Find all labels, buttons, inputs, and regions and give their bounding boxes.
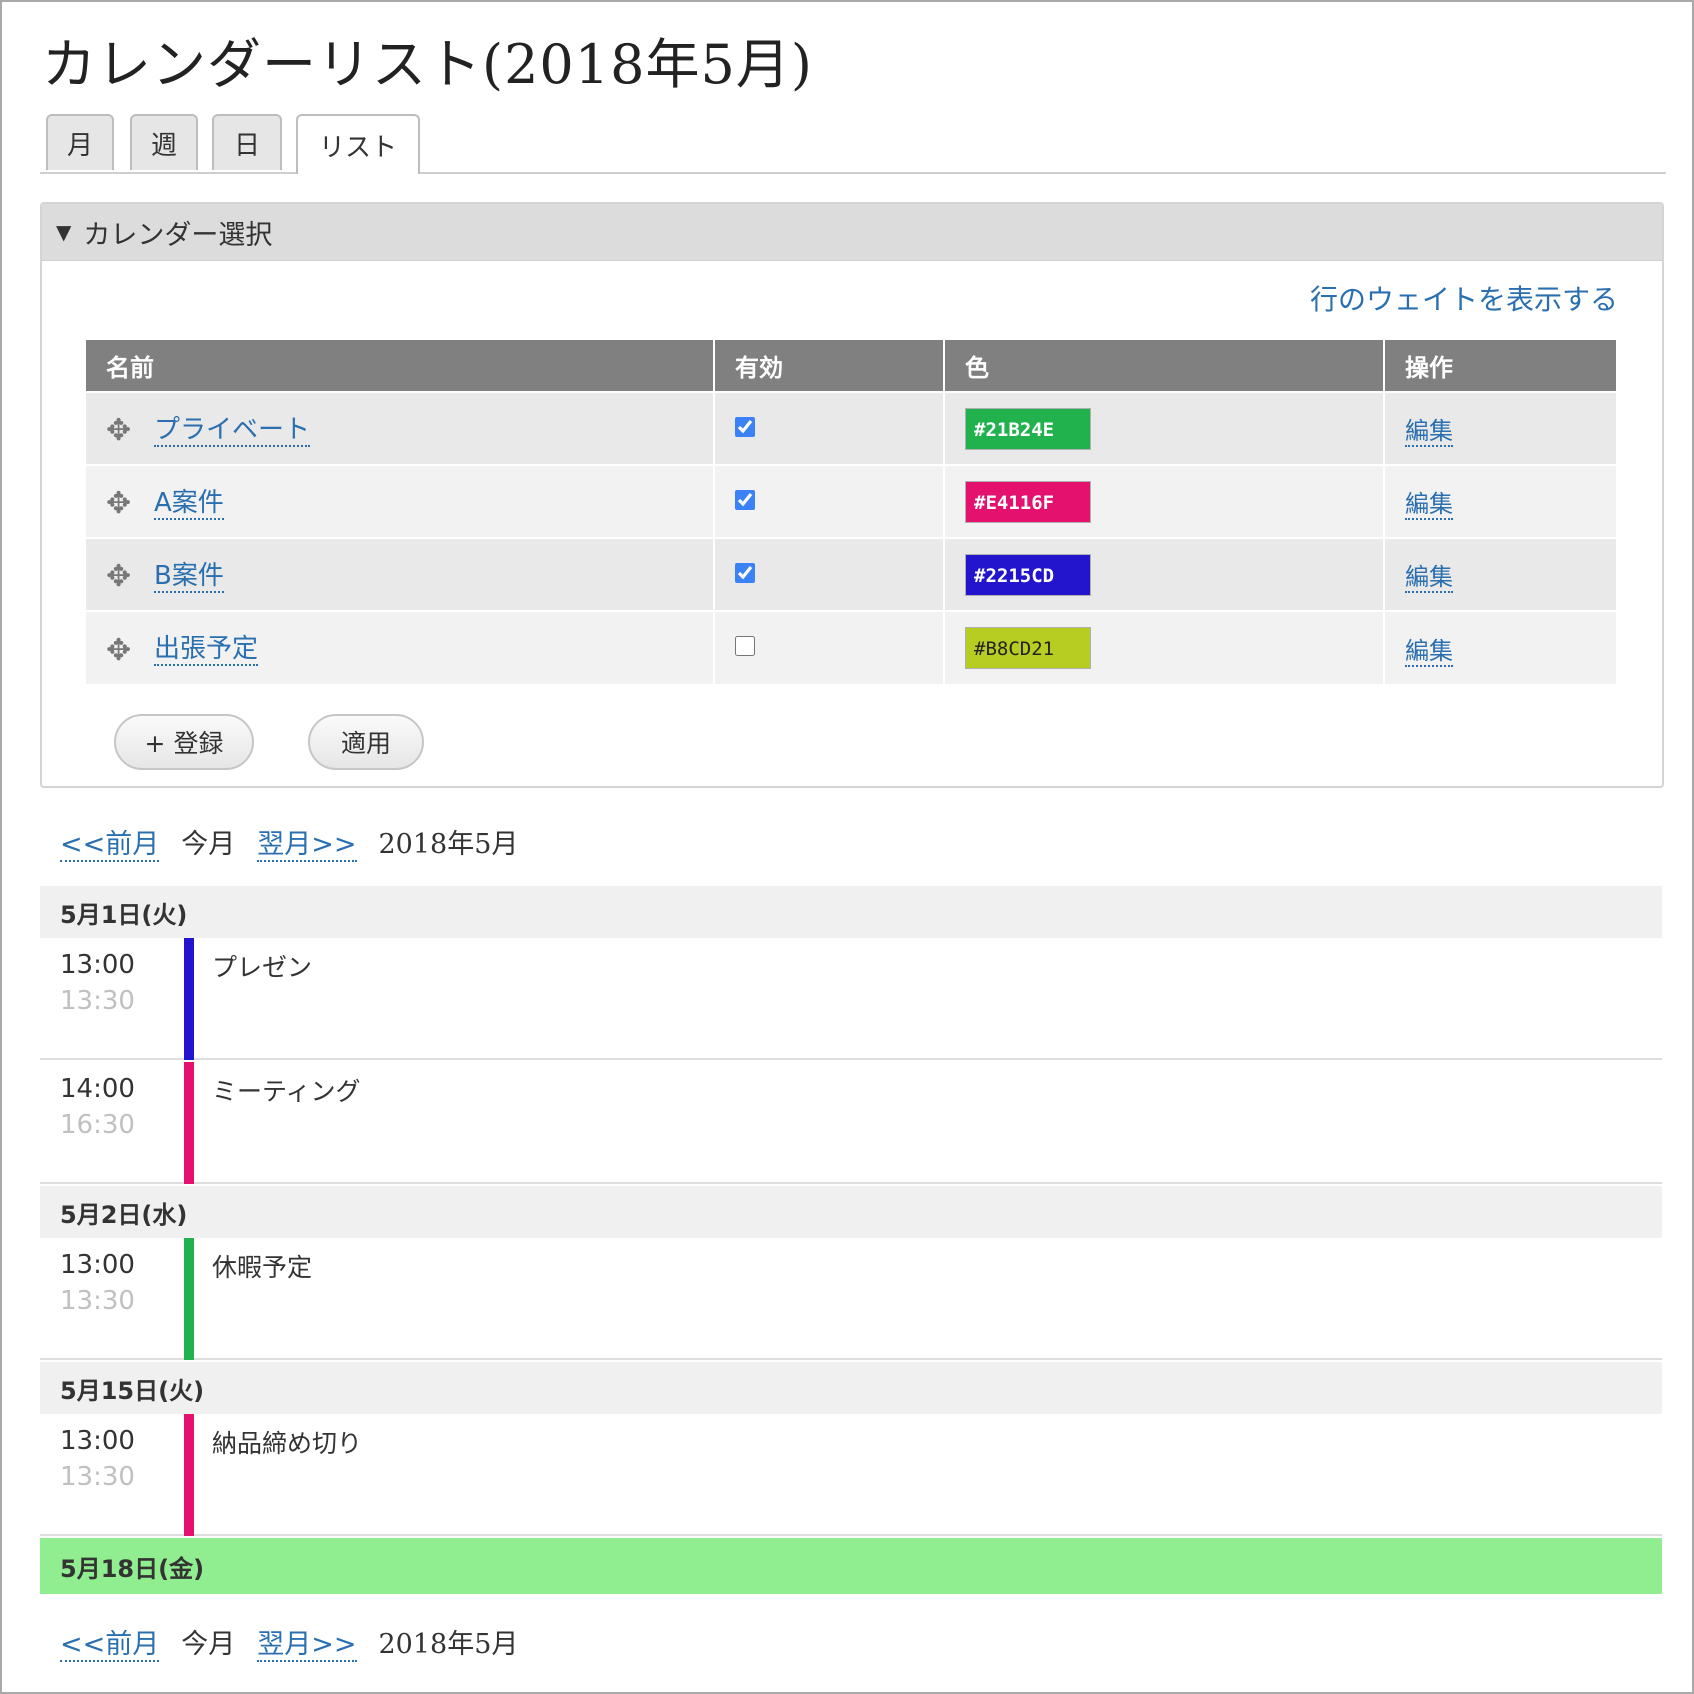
drag-handle-icon[interactable]: ✥ [106,413,134,448]
calendar-enabled-checkbox[interactable] [735,636,755,656]
col-name: 名前 [86,340,715,392]
collapse-triangle-icon: ▼ [56,220,72,244]
this-month-label: 今月 [181,1629,236,1660]
edit-calendar-link[interactable]: 編集 [1405,417,1453,447]
drag-handle-icon[interactable]: ✥ [106,486,134,521]
col-actions: 操作 [1384,340,1616,392]
tab-week[interactable]: 週 [130,114,198,170]
calendar-enabled-cell [714,464,945,538]
calendar-name-cell: ✥ A案件 [86,464,715,538]
color-swatch[interactable]: #21B24E [965,407,1091,450]
calendar-name-cell: ✥ プライベート [86,391,715,465]
calendar-table: 名前 有効 色 操作 ✥ プライベート #21B24E 編集 ✥ A案件 #E4116F 編集… [86,340,1616,684]
event-color-bar [184,938,194,1060]
calendar-select-title: カレンダー選択 [83,219,273,251]
calendar-enabled-checkbox[interactable] [735,489,755,510]
calendar-name-cell: ✥ 出張予定 [86,610,715,684]
add-calendar-button[interactable]: + 登録 [114,714,254,770]
calendar-name-link[interactable]: B案件 [154,560,224,593]
drag-handle-icon[interactable]: ✥ [106,633,134,668]
event-title: プレゼン [212,953,313,982]
color-swatch[interactable]: #E4116F [965,480,1091,523]
event-title: 納品締め切り [212,1429,363,1458]
current-month-label: 2018年5月 [378,829,519,860]
tab-month[interactable]: 月 [46,114,114,170]
calendar-name-link[interactable]: 出張予定 [154,634,259,667]
event-row[interactable]: 13:00 13:30 休暇予定 [40,1238,1662,1360]
calendar-enabled-checkbox[interactable] [735,416,755,437]
prev-month-link[interactable]: <<前月 [60,829,160,862]
calendar-enabled-cell [714,537,945,611]
calendar-row: ✥ 出張予定 #B8CD21 編集 [86,610,1616,684]
month-nav-top: <<前月 今月 翌月>> 2018年5月 [60,822,540,862]
prev-month-link[interactable]: <<前月 [60,1629,160,1662]
calendar-enabled-checkbox[interactable] [735,562,755,583]
tab-list[interactable]: リスト [296,114,420,174]
next-month-link[interactable]: 翌月>> [257,1629,357,1662]
calendar-action-cell: 編集 [1384,464,1616,538]
color-swatch[interactable]: #B8CD21 [965,627,1091,669]
calendar-color-cell: #21B24E [944,391,1385,465]
this-month-label: 今月 [181,829,236,860]
month-nav-bottom: <<前月 今月 翌月>> 2018年5月 [60,1622,540,1662]
calendar-enabled-cell [714,391,945,465]
calendar-action-cell: 編集 [1384,610,1616,684]
calendar-color-cell: #B8CD21 [944,610,1385,684]
calendar-select-toggle[interactable]: ▼ カレンダー選択 [42,204,1662,261]
current-month-label: 2018年5月 [378,1629,519,1660]
calendar-name-link[interactable]: A案件 [154,487,224,520]
event-row[interactable]: 14:00 16:30 ミーティング [40,1062,1662,1184]
calendar-table-header: 名前 有効 色 操作 [86,340,1616,392]
event-color-bar [184,1414,194,1536]
event-title: 休暇予定 [212,1253,313,1282]
event-color-bar [184,1062,194,1184]
event-row[interactable]: 13:00 13:30 納品締め切り [40,1414,1662,1536]
event-start-time: 13:00 [60,950,135,980]
calendar-row: ✥ A案件 #E4116F 編集 [86,464,1616,538]
tab-day[interactable]: 日 [212,114,282,170]
event-end-time: 16:30 [60,1110,135,1140]
event-title: ミーティング [212,1077,361,1106]
day-header: 5月2日(水) [40,1186,1662,1238]
edit-calendar-link[interactable]: 編集 [1405,490,1453,520]
page-frame: カレンダーリスト(2018年5月) 月 週 日 リスト ▼ カレンダー選択 行の… [0,0,1694,1694]
event-end-time: 13:30 [60,986,135,1016]
show-row-weights-link[interactable]: 行のウェイトを表示する [1310,278,1618,318]
event-color-bar [184,1238,194,1360]
calendar-row: ✥ B案件 #2215CD 編集 [86,537,1616,611]
event-end-time: 13:30 [60,1462,135,1492]
event-start-time: 13:00 [60,1250,135,1280]
edit-calendar-link[interactable]: 編集 [1405,563,1453,593]
event-start-time: 13:00 [60,1426,135,1456]
apply-button[interactable]: 適用 [308,714,424,770]
view-tabs: 月 週 日 リスト [40,114,1666,174]
edit-calendar-link[interactable]: 編集 [1405,636,1453,667]
day-header: 5月15日(火) [40,1362,1662,1414]
calendar-name-cell: ✥ B案件 [86,537,715,611]
calendar-row: ✥ プライベート #21B24E 編集 [86,391,1616,465]
color-swatch[interactable]: #2215CD [965,553,1091,596]
calendar-name-link[interactable]: プライベート [154,414,311,447]
calendar-action-cell: 編集 [1384,537,1616,611]
calendar-action-cell: 編集 [1384,391,1616,465]
drag-handle-icon[interactable]: ✥ [106,559,134,594]
calendar-select-panel: ▼ カレンダー選択 行のウェイトを表示する 名前 有効 色 操作 ✥ プライベート… [40,202,1664,788]
col-enabled: 有効 [714,340,945,392]
event-start-time: 14:00 [60,1074,135,1104]
calendar-enabled-cell [714,610,945,684]
calendar-color-cell: #E4116F [944,464,1385,538]
page-title: カレンダーリスト(2018年5月) [42,33,813,96]
calendar-color-cell: #2215CD [944,537,1385,611]
event-row[interactable]: 13:00 13:30 プレゼン [40,938,1662,1060]
next-month-link[interactable]: 翌月>> [257,829,357,862]
day-header: 5月18日(金) [40,1538,1662,1594]
day-header: 5月1日(火) [40,886,1662,938]
event-end-time: 13:30 [60,1286,135,1316]
col-color: 色 [944,340,1385,392]
